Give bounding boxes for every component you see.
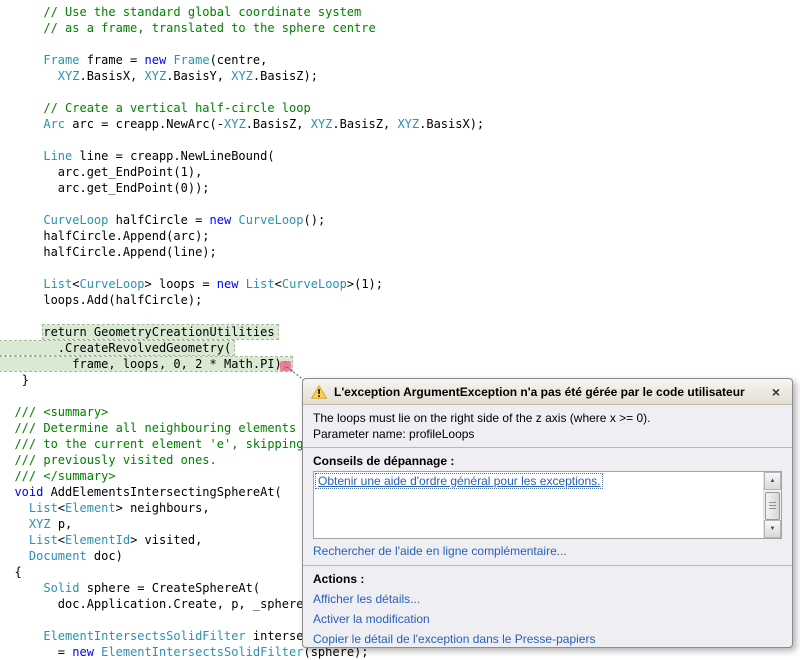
exception-message-line1: The loops must lie on the right side of … (313, 410, 782, 426)
close-icon[interactable]: × (768, 385, 784, 399)
code-line: XYZ.BasisX, XYZ.BasisY, XYZ.BasisZ); (0, 68, 484, 84)
code-line: frame, loops, 0, 2 * Math.PI); (0, 356, 484, 372)
separator (303, 565, 792, 566)
troubleshooting-label: Conseils de dépannage : (313, 454, 782, 468)
exception-message: The loops must lie on the right side of … (303, 405, 792, 448)
show-details-link[interactable]: Afficher les détails... (313, 592, 782, 606)
code-line (0, 196, 484, 212)
code-line: Arc arc = creapp.NewArc(-XYZ.BasisZ, XYZ… (0, 116, 484, 132)
code-line (0, 132, 484, 148)
code-line (0, 308, 484, 324)
code-line: loops.Add(halfCircle); (0, 292, 484, 308)
code-line: arc.get_EndPoint(0)); (0, 180, 484, 196)
code-line: CurveLoop halfCircle = new CurveLoop(); (0, 212, 484, 228)
search-online-help-link[interactable]: Rechercher de l'aide en ligne complément… (313, 544, 782, 558)
warning-icon (311, 385, 327, 399)
code-line (0, 36, 484, 52)
code-line: halfCircle.Append(arc); (0, 228, 484, 244)
enable-editing-link[interactable]: Activer la modification (313, 612, 782, 626)
actions-label: Actions : (313, 572, 782, 586)
scroll-down-icon[interactable]: ▼ (764, 520, 781, 538)
dialog-title: L'exception ArgumentException n'a pas ét… (334, 385, 745, 399)
exception-dialog: L'exception ArgumentException n'a pas ét… (302, 378, 793, 648)
code-line: halfCircle.Append(line); (0, 244, 484, 260)
code-line: arc.get_EndPoint(1), (0, 164, 484, 180)
scroll-up-icon[interactable]: ▲ (764, 472, 781, 490)
scrollbar-grip (769, 502, 776, 510)
highlighted-statement: .CreateRevolvedGeometry( (0, 341, 234, 355)
dialog-header: L'exception ArgumentException n'a pas ét… (303, 379, 792, 405)
highlighted-statement: return GeometryCreationUtilities (43, 325, 277, 339)
code-line: .CreateRevolvedGeometry( (0, 340, 484, 356)
scrollbar-track[interactable] (764, 490, 781, 520)
troubleshooting-tips-box: Obtenir une aide d'ordre général pour le… (313, 471, 782, 539)
scrollbar-thumb[interactable] (765, 492, 780, 520)
code-line: return GeometryCreationUtilities (0, 324, 484, 340)
code-line (0, 84, 484, 100)
code-line: // as a frame, translated to the sphere … (0, 20, 484, 36)
code-line: // Create a vertical half-circle loop (0, 100, 484, 116)
exception-message-line2: Parameter name: profileLoops (313, 426, 782, 442)
troubleshooting-tip-link[interactable]: Obtenir une aide d'ordre général pour le… (316, 474, 602, 488)
code-line: // Use the standard global coordinate sy… (0, 4, 484, 20)
code-line: Line line = creapp.NewLineBound( (0, 148, 484, 164)
code-line: Frame frame = new Frame(centre, (0, 52, 484, 68)
code-line: List<CurveLoop> loops = new List<CurveLo… (0, 276, 484, 292)
code-line (0, 260, 484, 276)
tips-scrollbar[interactable]: ▲ ▼ (763, 472, 781, 538)
copy-exception-detail-link[interactable]: Copier le détail de l'exception dans le … (313, 632, 782, 646)
highlighted-statement: frame, loops, 0, 2 * Math.PI); (0, 357, 292, 371)
